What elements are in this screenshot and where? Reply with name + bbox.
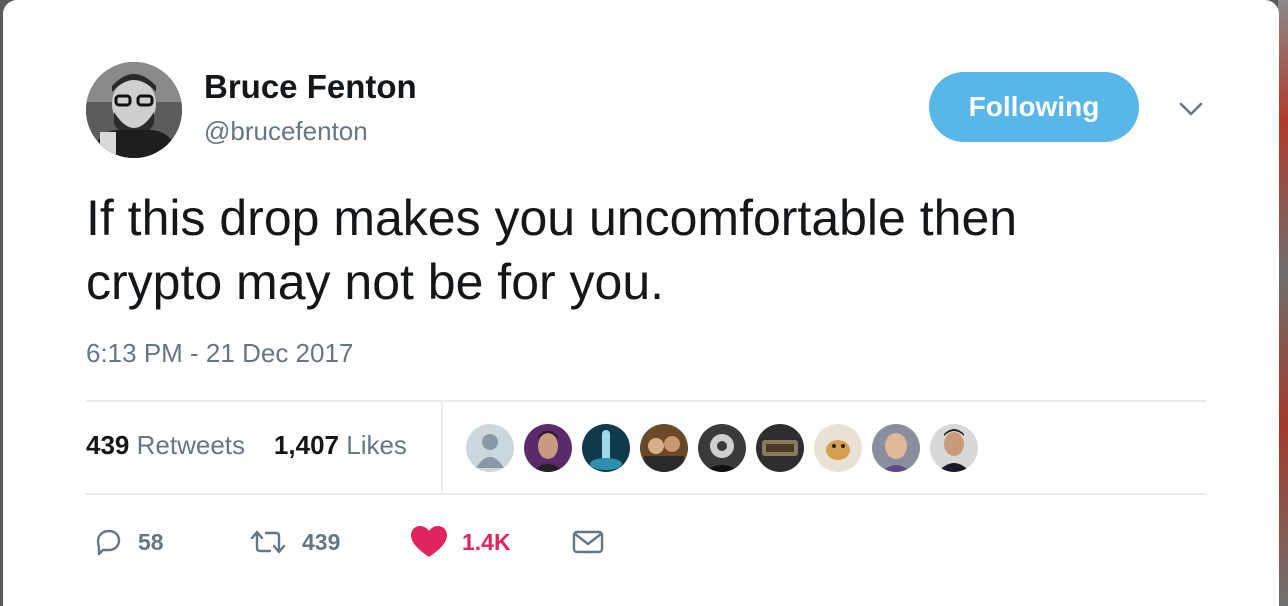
- divider-vertical: [441, 402, 443, 494]
- likes-stat[interactable]: 1,407 Likes: [274, 430, 407, 460]
- tweet-timestamp[interactable]: 6:13 PM - 21 Dec 2017: [86, 338, 353, 369]
- reply-icon: [96, 529, 121, 556]
- likes-label: Likes: [346, 430, 407, 460]
- likes-count: 1,407: [273, 430, 339, 460]
- tweet-stats: 439 Retweets 1,407 Likes: [86, 430, 407, 461]
- author-name[interactable]: Bruce Fenton: [204, 68, 417, 106]
- author-handle[interactable]: @brucefenton: [204, 116, 368, 147]
- liker-avatars: [466, 424, 988, 472]
- retweets-stat[interactable]: 439 Retweets: [86, 430, 245, 460]
- following-button[interactable]: Following: [929, 72, 1139, 142]
- retweet-button[interactable]: 439: [248, 520, 340, 564]
- tweet-text-line-1: If this drop makes you uncomfortable the…: [86, 190, 1018, 246]
- liker-avatar[interactable]: [756, 424, 804, 472]
- like-button[interactable]: 1.4K: [410, 520, 511, 564]
- retweets-count: 439: [86, 430, 130, 460]
- liker-avatar[interactable]: [814, 424, 862, 472]
- envelope-icon: [572, 530, 604, 554]
- direct-message-button[interactable]: [570, 520, 606, 564]
- liker-avatar[interactable]: [582, 424, 630, 472]
- retweet-count: 439: [302, 528, 341, 555]
- liker-avatar[interactable]: [466, 424, 514, 472]
- heart-icon: [411, 526, 447, 557]
- chevron-down-icon[interactable]: [1173, 94, 1209, 124]
- liker-avatar[interactable]: [872, 424, 920, 472]
- retweet-icon: [250, 530, 286, 554]
- liker-avatar[interactable]: [524, 424, 572, 472]
- tweet-actions: 58 439 1.4K: [92, 520, 792, 564]
- background-edge: [1278, 0, 1288, 606]
- tweet-card: Bruce Fenton @brucefenton Following If t…: [3, 0, 1279, 606]
- liker-avatar[interactable]: [698, 424, 746, 472]
- reply-count: 58: [138, 528, 164, 555]
- avatar[interactable]: [86, 62, 182, 158]
- tweet-text-line-2: crypto may not be for you.: [86, 254, 665, 310]
- liker-avatar[interactable]: [930, 424, 978, 472]
- reply-button[interactable]: 58: [92, 520, 164, 564]
- like-count: 1.4K: [462, 528, 511, 555]
- tweet-text: If this drop makes you uncomfortable the…: [86, 186, 1206, 314]
- liker-avatar[interactable]: [640, 424, 688, 472]
- retweets-label: Retweets: [136, 430, 246, 460]
- divider-top: [86, 400, 1207, 402]
- divider-bottom: [86, 493, 1207, 495]
